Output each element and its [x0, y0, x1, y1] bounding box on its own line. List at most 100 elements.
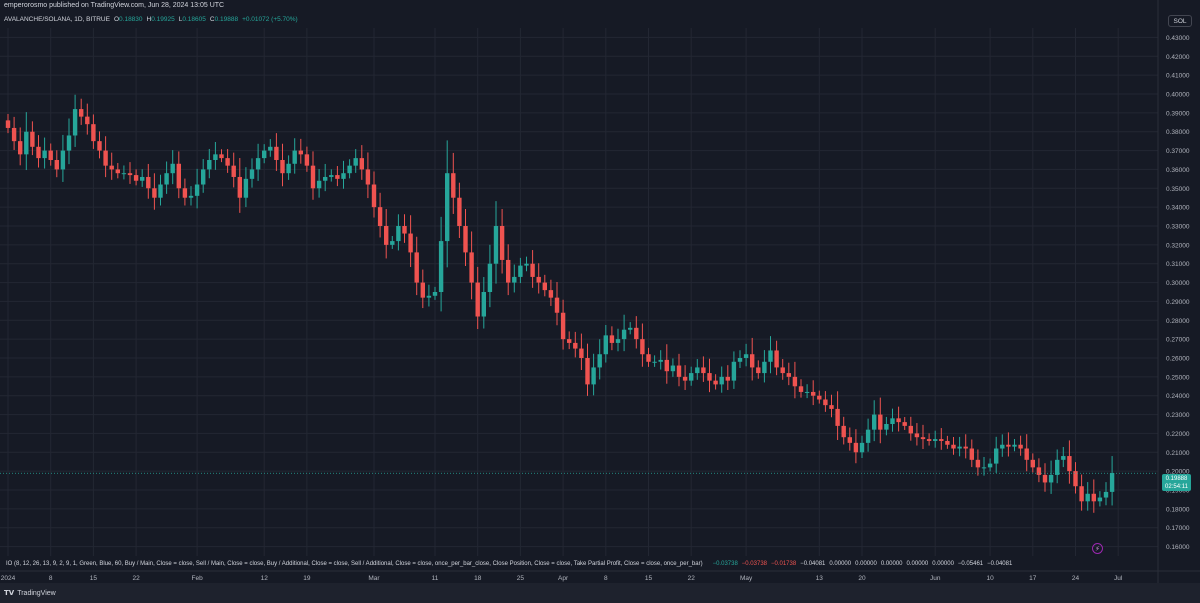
candle-body [640, 339, 645, 355]
candle-body [872, 414, 877, 430]
candle-body [329, 175, 334, 177]
x-tick-label: 2024 [1, 575, 16, 582]
candle-body [890, 418, 895, 424]
candle-body [774, 350, 779, 368]
indicator-value: 0.00000 [932, 561, 954, 567]
footer-brand[interactable]: TradingView [17, 590, 56, 597]
candle-body [304, 154, 310, 166]
candle-body [286, 163, 291, 174]
candle-body [597, 354, 602, 368]
bolt-icon[interactable]: ⚡ [1092, 543, 1103, 554]
candle-body [481, 292, 486, 317]
candle-body [262, 150, 267, 159]
candle-body [1055, 459, 1060, 475]
candle-body [237, 176, 242, 198]
candle-body [225, 158, 230, 166]
candle-body [127, 173, 133, 176]
candle-body [60, 150, 66, 170]
candle-body [1085, 493, 1090, 502]
indicator-label[interactable]: IO (8, 12, 26, 13, 9, 2, 9, 1, Green, Bl… [6, 559, 703, 569]
y-tick-label: 0.35000 [1166, 186, 1190, 193]
candle-body [292, 150, 297, 164]
indicator-value: 0.00000 [829, 561, 852, 567]
candle-body [1048, 474, 1054, 483]
candle-body [591, 367, 596, 385]
candle-body [524, 263, 529, 266]
candle-body [945, 440, 950, 445]
candle-body [213, 154, 218, 160]
candle-body [152, 188, 157, 198]
candle-body [103, 150, 108, 166]
x-tick-label: 19 [303, 575, 311, 582]
candle-body [768, 350, 773, 362]
x-tick-label: 22 [688, 575, 696, 582]
candle-body [713, 380, 718, 385]
indicator-value: −0.01738 [771, 561, 797, 567]
candle-body [1036, 467, 1042, 475]
candle-body [743, 354, 749, 358]
candle-body [981, 467, 987, 469]
candle-body [786, 373, 791, 377]
candle-body [896, 418, 901, 423]
indicator-value: −0.05461 [957, 561, 984, 567]
candle-body [170, 163, 175, 174]
x-tick-label: 18 [474, 575, 482, 582]
indicator-value: −0.04081 [800, 561, 826, 567]
candle-body [902, 422, 907, 426]
x-tick-label: Jun [930, 575, 941, 582]
y-tick-label: 0.26000 [1166, 356, 1190, 363]
candle-body [1018, 444, 1023, 449]
candle-body [158, 184, 163, 198]
candle-body [1024, 448, 1029, 460]
candle-body [756, 367, 761, 374]
candle-body [652, 361, 657, 363]
candle-body [609, 335, 615, 343]
candle-body [219, 154, 224, 159]
candle-body [188, 195, 194, 198]
candle-body [194, 184, 200, 196]
y-tick-label: 0.33000 [1166, 224, 1190, 231]
y-tick-label: 0.30000 [1166, 280, 1190, 287]
candle-body [347, 165, 352, 174]
y-tick-label: 0.31000 [1166, 261, 1190, 268]
candle-body [530, 263, 535, 277]
candle-body [268, 146, 273, 151]
candle-body [829, 405, 834, 409]
candle-body [859, 442, 865, 453]
candle-body [97, 141, 102, 151]
candle-body [5, 120, 11, 128]
candle-body [91, 124, 96, 142]
x-tick-label: 22 [132, 575, 140, 582]
candle-body [920, 437, 926, 440]
last-price-value: 0.19888 [1165, 476, 1188, 482]
y-tick-label: 0.36000 [1166, 167, 1190, 174]
candle-body [804, 391, 810, 393]
candle-body [548, 290, 554, 298]
y-tick-label: 0.17000 [1166, 525, 1190, 532]
candle-body [109, 165, 114, 170]
candle-body [762, 361, 767, 374]
candle-body [451, 173, 456, 198]
y-tick-label: 0.28000 [1166, 318, 1190, 325]
x-tick-label: 10 [986, 575, 994, 582]
y-tick-label: 0.27000 [1166, 337, 1190, 344]
candle-body [701, 367, 706, 374]
y-tick-label: 0.18000 [1166, 506, 1190, 513]
candle-body [384, 226, 389, 245]
candle-body [646, 354, 651, 362]
candle-body [554, 297, 560, 313]
x-tick-label: Jul [1114, 575, 1123, 582]
candle-body [664, 359, 669, 372]
tradingview-logo-icon[interactable]: 𝗧𝗩 [4, 589, 14, 597]
candle-body [323, 176, 328, 181]
y-tick-label: 0.22000 [1166, 431, 1190, 438]
candle-body [1079, 486, 1084, 502]
x-tick-label: 25 [517, 575, 525, 582]
candlestick-chart[interactable]: 0.43000 0.42000 0.41000 0.40000 0.39000 0.380… [0, 0, 1200, 583]
x-tick-label: 8 [604, 575, 608, 582]
candle-body [914, 433, 920, 438]
indicator-value: −0.04081 [987, 561, 1013, 567]
candle-body [36, 146, 41, 159]
candle-body [121, 173, 127, 175]
candle-body [676, 365, 682, 377]
